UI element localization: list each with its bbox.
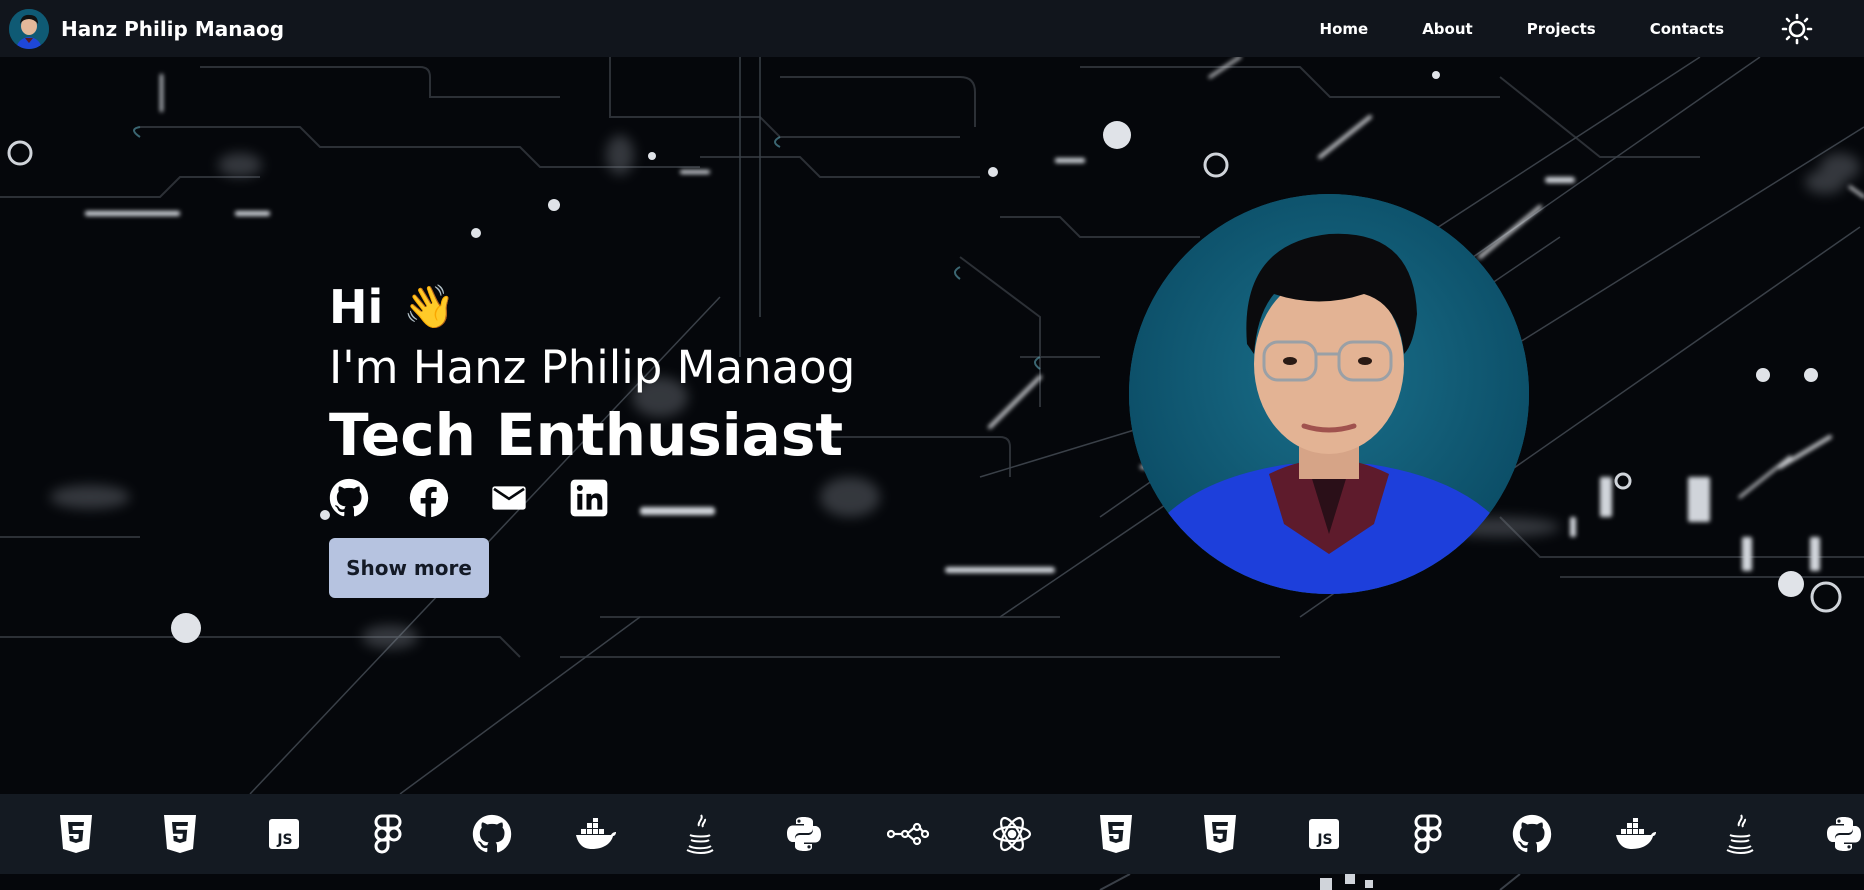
figma-icon [1376, 809, 1480, 859]
sun-icon[interactable] [1780, 12, 1814, 46]
css3-icon [1168, 809, 1272, 859]
nav-links: Home About Projects Contacts [1320, 0, 1864, 57]
html5-icon [1064, 809, 1168, 859]
hero-text: Hi 👋 I'm Hanz Philip Manaog Tech Enthusi… [329, 227, 855, 598]
nav-about[interactable]: About [1422, 20, 1473, 38]
brand[interactable]: Hanz Philip Manaog [9, 8, 285, 49]
react-icon [960, 809, 1064, 859]
nav-home[interactable]: Home [1320, 20, 1369, 38]
greeting: Hi 👋 [329, 284, 855, 330]
hero-section: Hi 👋 I'm Hanz Philip Manaog Tech Enthusi… [0, 57, 1864, 794]
docker-icon [544, 809, 648, 859]
profile-photo [1129, 194, 1529, 594]
java-icon [648, 809, 752, 859]
python-icon [1792, 809, 1864, 859]
svg-text:JS: JS [1316, 832, 1332, 848]
greeting-text: Hi [329, 280, 384, 334]
nav-contacts[interactable]: Contacts [1650, 20, 1724, 38]
bottom-background [0, 874, 1864, 890]
brand-name: Hanz Philip Manaog [61, 16, 285, 41]
java-icon [1688, 809, 1792, 859]
avatar [9, 8, 49, 49]
intro-text: I'm Hanz Philip Manaog [329, 341, 856, 394]
facebook-icon[interactable] [409, 478, 449, 518]
css3-icon [128, 809, 232, 859]
circuit-background [0, 57, 1864, 794]
git-graph-icon [856, 809, 960, 859]
tech-stack-marquee: JS JS [0, 794, 1864, 874]
linkedin-icon[interactable] [569, 478, 609, 518]
figma-icon [336, 809, 440, 859]
nav-projects[interactable]: Projects [1527, 20, 1596, 38]
svg-text:JS: JS [276, 832, 292, 848]
javascript-icon: JS [1272, 809, 1376, 859]
github-icon [440, 809, 544, 859]
navbar: Hanz Philip Manaog Home About Projects C… [0, 0, 1864, 57]
github-icon [1480, 809, 1584, 859]
wave-emoji: 👋 [403, 282, 456, 331]
html5-icon [24, 809, 128, 859]
javascript-icon: JS [232, 809, 336, 859]
python-icon [752, 809, 856, 859]
show-more-button[interactable]: Show more [329, 537, 489, 598]
docker-icon [1584, 809, 1688, 859]
social-links [329, 478, 855, 518]
role-title: Tech Enthusiast [329, 400, 844, 469]
github-icon[interactable] [329, 478, 369, 518]
mail-icon[interactable] [489, 478, 529, 518]
